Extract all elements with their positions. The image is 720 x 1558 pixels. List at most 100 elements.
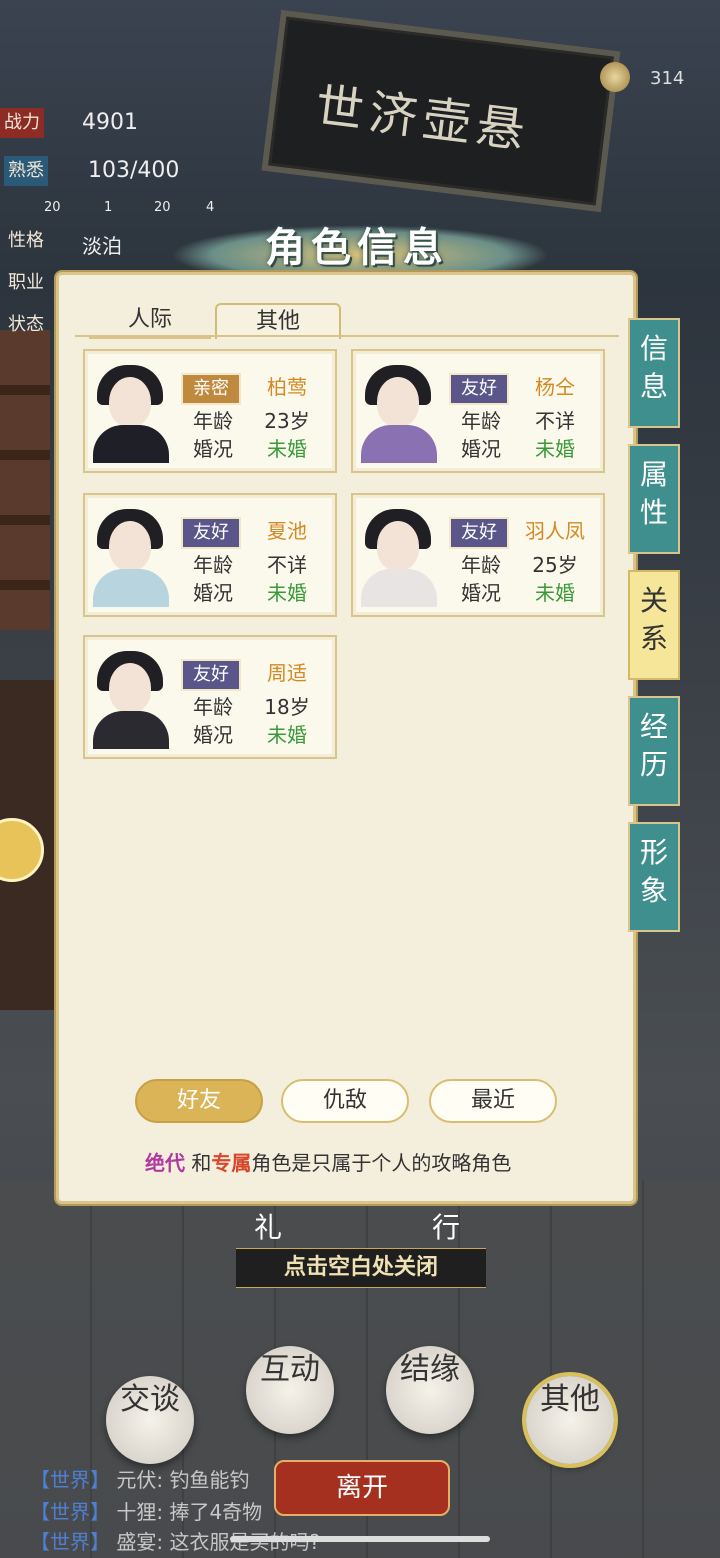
mini-count-3: 20	[154, 200, 171, 215]
age-label: 年龄	[461, 553, 501, 577]
other-button[interactable]: 其他	[526, 1376, 614, 1464]
gift-label: 礼	[254, 1211, 283, 1244]
chat-text: 盛宴: 这衣服是买的吗?	[116, 1530, 321, 1554]
info-note: 绝代 和专属角色是只属于个人的攻略角色	[145, 1147, 511, 1176]
chat-tag: 【世界】	[30, 1530, 110, 1554]
relation-badge: 亲密	[181, 373, 241, 405]
close-hint[interactable]: 点击空白处关闭	[236, 1248, 486, 1288]
character-card[interactable]: 友好 杨仝 年龄 不详 婚况 未婚	[351, 349, 605, 473]
age-label: 年龄	[193, 695, 233, 719]
marital-label: 婚况	[461, 437, 501, 461]
character-card[interactable]: 友好 羽人凤 年龄 25岁 婚况 未婚	[351, 493, 605, 617]
home-indicator[interactable]	[230, 1536, 490, 1542]
familiarity-value: 103/400	[88, 158, 180, 183]
bowl-icon	[600, 62, 630, 92]
mini-count-4: 4	[206, 200, 215, 215]
marital-label: 婚况	[193, 437, 233, 461]
age-label: 年龄	[193, 553, 233, 577]
power-value: 4901	[82, 110, 138, 135]
talk-button[interactable]: 交谈	[106, 1376, 194, 1464]
familiarity-label: 熟悉	[4, 156, 48, 186]
panel-title: 角色信息	[265, 224, 449, 271]
shop-sign-text: 世济壶悬	[312, 77, 534, 160]
other-label: 其他	[540, 1382, 600, 1417]
mini-count-2: 1	[104, 200, 113, 215]
chat-tag: 【世界】	[30, 1500, 110, 1524]
side-tab-history[interactable]: 经历	[628, 696, 680, 806]
character-card[interactable]: 友好 夏池 年龄 不详 婚况 未婚	[83, 493, 337, 617]
character-name: 周适	[267, 661, 307, 685]
chat-text: 十狸: 捧了4奇物	[116, 1500, 263, 1524]
character-name: 杨仝	[535, 375, 575, 399]
note-exclusive: 专属	[211, 1151, 252, 1175]
age-label: 年龄	[461, 409, 501, 433]
age-label: 年龄	[193, 409, 233, 433]
note-and: 和	[191, 1151, 212, 1175]
character-portrait	[359, 503, 439, 607]
marital-label: 婚况	[193, 723, 233, 747]
note-rest: 角色是只属于个人的攻略角色	[251, 1151, 512, 1175]
bond-label: 结缘	[400, 1352, 460, 1387]
relation-badge: 友好	[449, 517, 509, 549]
chat-tag: 【世界】	[30, 1468, 110, 1492]
side-tab-appearance[interactable]: 形象	[628, 822, 680, 932]
tab-divider	[75, 335, 619, 337]
marital-value: 未婚	[267, 437, 307, 461]
character-portrait	[91, 645, 171, 749]
power-label: 战力	[0, 108, 44, 138]
relation-badge: 友好	[181, 517, 241, 549]
filter-recent-button[interactable]: 最近	[429, 1079, 557, 1123]
character-info-panel: 人际 其他 亲密 柏莺 年龄 23岁 婚况 未婚 友好 杨仝 年龄 不详 婚况 …	[56, 272, 636, 1204]
interact-button[interactable]: 互动	[246, 1346, 334, 1434]
filter-friends-button[interactable]: 好友	[135, 1079, 263, 1123]
personality-value: 淡泊	[82, 234, 122, 258]
state-label: 状态	[8, 314, 44, 335]
character-portrait	[91, 359, 171, 463]
relation-badge: 友好	[181, 659, 241, 691]
character-name: 夏池	[267, 519, 307, 543]
leave-button[interactable]: 离开	[274, 1460, 450, 1516]
talk-label: 交谈	[120, 1382, 180, 1417]
chat-text: 元伏: 钓鱼能钓	[116, 1468, 250, 1492]
character-name: 柏莺	[267, 375, 307, 399]
relation-badge: 友好	[449, 373, 509, 405]
age-value: 不详	[267, 553, 307, 577]
character-card[interactable]: 亲密 柏莺 年龄 23岁 婚况 未婚	[83, 349, 337, 473]
character-portrait	[91, 503, 171, 607]
interact-label: 互动	[260, 1352, 320, 1387]
side-tab-info[interactable]: 信息	[628, 318, 680, 428]
personality-label: 性格	[8, 230, 44, 251]
age-value: 25岁	[532, 553, 578, 577]
side-tab-label: 关系	[640, 584, 669, 655]
side-tab-label: 形象	[640, 836, 669, 907]
age-value: 不详	[535, 409, 575, 433]
tab-social[interactable]: 人际	[89, 303, 211, 339]
tab-other[interactable]: 其他	[215, 303, 341, 339]
side-tab-label: 经历	[640, 710, 669, 781]
character-portrait	[359, 359, 439, 463]
mini-count-1: 20	[44, 200, 61, 215]
side-tab-label: 属性	[640, 458, 669, 529]
marital-value: 未婚	[535, 437, 575, 461]
side-tab-relations[interactable]: 关系	[628, 570, 680, 680]
side-tab-label: 信息	[640, 332, 669, 403]
side-tab-attributes[interactable]: 属性	[628, 444, 680, 554]
note-peerless: 绝代	[145, 1151, 185, 1175]
marital-value: 未婚	[267, 723, 307, 747]
action-label: 行	[432, 1211, 461, 1244]
chat-line: 【世界】 十狸: 捧了4奇物	[30, 1496, 262, 1525]
character-name: 羽人凤	[525, 519, 585, 543]
chat-line: 【世界】 元伏: 钓鱼能钓	[30, 1464, 249, 1493]
wall-lattice	[0, 330, 50, 630]
job-label: 职业	[8, 272, 44, 293]
age-value: 23岁	[264, 409, 310, 433]
age-value: 18岁	[264, 695, 310, 719]
filter-enemies-button[interactable]: 仇敌	[281, 1079, 409, 1123]
marital-value: 未婚	[267, 581, 307, 605]
bond-button[interactable]: 结缘	[386, 1346, 474, 1434]
marital-label: 婚况	[193, 581, 233, 605]
character-card[interactable]: 友好 周适 年龄 18岁 婚况 未婚	[83, 635, 337, 759]
marital-label: 婚况	[461, 581, 501, 605]
marital-value: 未婚	[535, 581, 575, 605]
currency-value: 314	[650, 68, 685, 89]
